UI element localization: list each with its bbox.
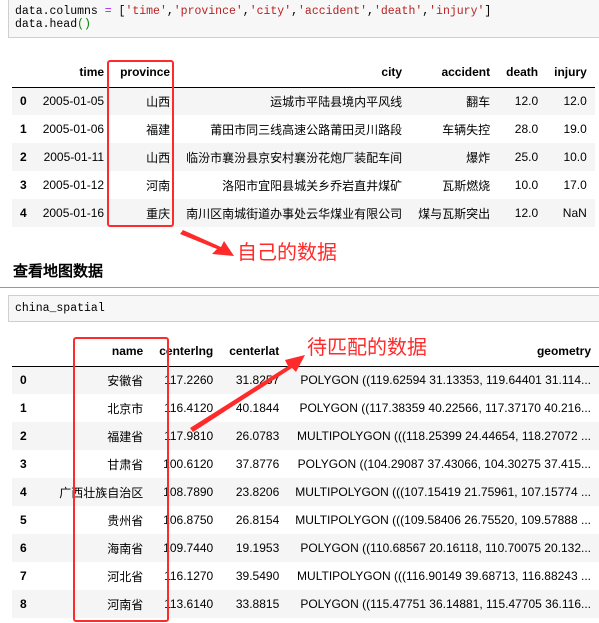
table-row: 4 2005-01-16 重庆 南川区南城街道办事处云华煤业有限公司 煤与瓦斯突出 12.… bbox=[12, 199, 595, 227]
city-cell: 临汾市襄汾县京安村襄汾花炮厂装配车间 bbox=[186, 150, 403, 165]
row-index: 2 bbox=[20, 429, 27, 443]
row-index: 4 bbox=[20, 206, 27, 220]
geometry-cell: POLYGON ((115.47751 36.14881, 115.47705 … bbox=[300, 597, 591, 611]
geometry-cell: MULTIPOLYGON (((116.90149 39.68713, 116.… bbox=[297, 569, 591, 583]
to-match-annotation: 待匹配的数据 bbox=[307, 335, 427, 359]
name-highlight-box bbox=[73, 337, 169, 622]
city-cell: 南川区南城街道办事处云华煤业有限公司 bbox=[186, 206, 403, 221]
centerlat-header: centerlat bbox=[221, 336, 288, 367]
centerlat-cell: 26.8154 bbox=[235, 513, 280, 527]
code-cell-columns[interactable]: data.columns = ['time','province','city'… bbox=[8, 0, 599, 38]
geometry-cell: POLYGON ((117.38359 40.22566, 117.37170 … bbox=[299, 401, 591, 415]
geometry-cell: POLYGON ((110.68567 20.16118, 110.70075 … bbox=[300, 541, 591, 555]
injury-cell: NaN bbox=[562, 206, 587, 220]
death-cell: 28.0 bbox=[514, 122, 539, 136]
city-cell: 运城市平陆县境内平风线 bbox=[270, 94, 403, 109]
centerlat-cell: 26.0783 bbox=[235, 429, 280, 443]
accident-cell: 爆炸 bbox=[466, 150, 491, 165]
time-cell: 2005-01-12 bbox=[42, 178, 105, 192]
injury-cell: 10.0 bbox=[563, 150, 587, 164]
centerlat-cell: 40.1844 bbox=[235, 401, 280, 415]
geometry-cell: MULTIPOLYGON (((118.25399 24.44654, 118.… bbox=[297, 429, 591, 443]
row-index: 8 bbox=[20, 597, 27, 611]
time-cell: 2005-01-05 bbox=[42, 94, 105, 109]
code-line-2: data.head() bbox=[15, 18, 91, 31]
row-index: 6 bbox=[20, 541, 27, 555]
code-cell-china-spatial[interactable]: china_spatial bbox=[8, 295, 599, 322]
row-index: 0 bbox=[20, 94, 27, 109]
row-index: 0 bbox=[20, 373, 27, 388]
arrow-to-own-data bbox=[180, 230, 234, 256]
section-heading: 查看地图数据 bbox=[13, 263, 104, 280]
table-row: 3 2005-01-12 河南 洛阳市宜阳县城关乡乔岩直井煤矿 瓦斯燃烧 10.0 17.0 bbox=[12, 171, 595, 199]
city-cell: 莆田市同三线高速公路莆田灵川路段 bbox=[210, 122, 403, 137]
table-row: 2 2005-01-11 山西 临汾市襄汾县京安村襄汾花炮厂装配车间 爆炸 25.0 10.… bbox=[12, 143, 595, 171]
row-index: 3 bbox=[20, 178, 27, 192]
cell-divider bbox=[0, 287, 599, 288]
header-row: time province city accident death injury bbox=[12, 57, 595, 88]
death-cell: 25.0 bbox=[514, 150, 539, 164]
province-highlight-box bbox=[107, 60, 174, 227]
death-cell: 10.0 bbox=[514, 178, 539, 192]
row-index: 5 bbox=[20, 513, 27, 527]
accident-cell: 车辆失控 bbox=[442, 122, 491, 137]
index-header bbox=[12, 336, 52, 367]
injury-cell: 17.0 bbox=[563, 178, 587, 192]
centerlat-cell: 31.8257 bbox=[235, 373, 280, 388]
row-index: 3 bbox=[20, 457, 27, 471]
city-cell: 洛阳市宜阳县城关乡乔岩直井煤矿 bbox=[222, 178, 403, 193]
injury-cell: 12.0 bbox=[563, 94, 587, 109]
row-index: 2 bbox=[20, 150, 27, 164]
death-cell: 12.0 bbox=[514, 94, 539, 109]
centerlat-cell: 37.8776 bbox=[235, 457, 280, 471]
injury-header: injury bbox=[546, 57, 595, 88]
time-cell: 2005-01-11 bbox=[43, 150, 105, 164]
table-row: 1 2005-01-06 福建 莆田市同三线高速公路莆田灵川路段 车辆失控 28.0 19.… bbox=[12, 115, 595, 143]
death-cell: 12.0 bbox=[514, 206, 539, 220]
own-data-annotation: 自己的数据 bbox=[237, 240, 337, 264]
accident-cell: 翻车 bbox=[466, 94, 491, 109]
accident-dataframe: time province city accident death injury… bbox=[12, 57, 595, 227]
code-line-1: data.columns = ['time','province','city'… bbox=[15, 5, 492, 18]
geometry-cell: MULTIPOLYGON (((107.15419 21.75961, 107.… bbox=[295, 485, 591, 499]
city-header: city bbox=[178, 57, 411, 88]
row-index: 1 bbox=[20, 401, 27, 415]
injury-cell: 19.0 bbox=[563, 122, 587, 136]
time-cell: 2005-01-06 bbox=[42, 122, 105, 136]
row-index: 4 bbox=[20, 485, 27, 499]
centerlat-cell: 19.1953 bbox=[235, 541, 280, 555]
death-header: death bbox=[498, 57, 547, 88]
centerlat-cell: 39.5490 bbox=[235, 569, 280, 583]
centerlat-cell: 33.8815 bbox=[235, 597, 280, 611]
time-cell: 2005-01-16 bbox=[42, 206, 105, 220]
geometry-cell: POLYGON ((104.29087 37.43066, 104.30275 … bbox=[297, 457, 591, 471]
centerlat-cell: 23.8206 bbox=[235, 485, 280, 499]
time-header: time bbox=[34, 57, 113, 88]
row-index: 1 bbox=[20, 122, 27, 136]
accident-cell: 煤与瓦斯突出 bbox=[418, 206, 491, 221]
geometry-cell: POLYGON ((119.62594 31.13353, 119.64401 … bbox=[300, 373, 591, 388]
table-row: 0 2005-01-05 山西 运城市平陆县境内平风线 翻车 12.0 12.0 bbox=[12, 87, 595, 115]
code-text: china_spatial bbox=[15, 302, 105, 315]
geometry-cell: MULTIPOLYGON (((109.58406 26.75520, 109.… bbox=[295, 513, 591, 527]
index-header bbox=[12, 57, 35, 88]
row-index: 7 bbox=[20, 569, 27, 583]
accident-header: accident bbox=[410, 57, 499, 88]
accident-cell: 瓦斯燃烧 bbox=[442, 178, 491, 193]
